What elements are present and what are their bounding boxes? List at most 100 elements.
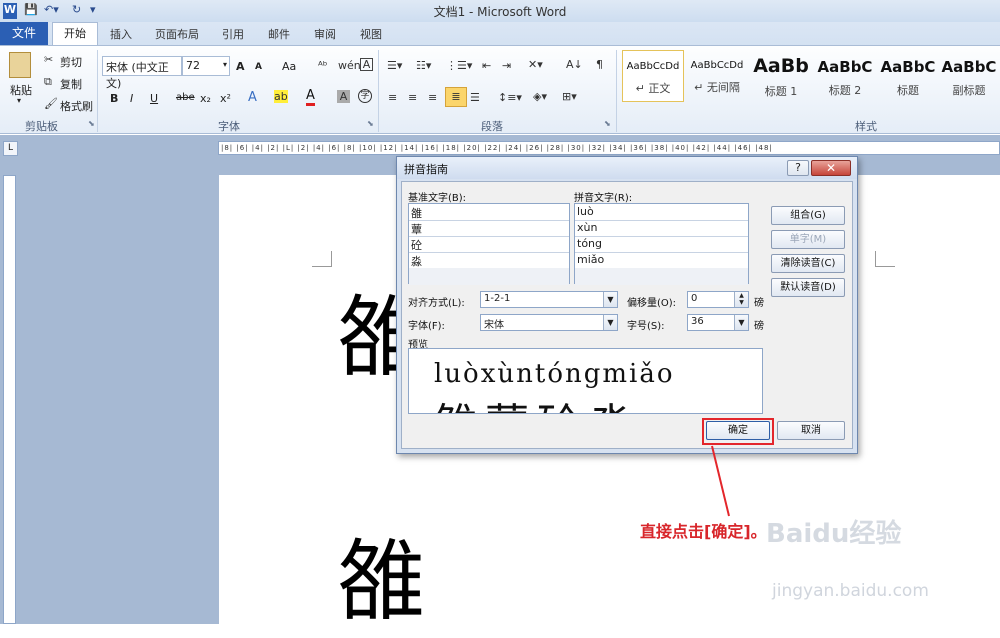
mono-ruby-button[interactable]: 单字(M) xyxy=(771,230,845,249)
tab-page-layout[interactable]: 页面布局 xyxy=(155,26,199,42)
clear-ruby-button[interactable]: 清除读音(C) xyxy=(771,254,845,273)
line-spacing-icon[interactable]: ↕≡▾ xyxy=(498,91,522,104)
cut-icon[interactable]: ✂ xyxy=(44,53,53,66)
highlight-icon[interactable]: ab xyxy=(274,90,288,103)
chevron-down-icon[interactable]: ▼ xyxy=(734,315,748,330)
tab-insert[interactable]: 插入 xyxy=(110,26,132,42)
subscript-button[interactable]: x₂ xyxy=(200,92,211,105)
decrease-indent-icon[interactable]: ⇤ xyxy=(482,59,491,72)
align-left-icon[interactable]: ≡ xyxy=(388,91,397,104)
spin-arrows-icon[interactable]: ▲ ▼ xyxy=(734,292,748,307)
grow-font-button[interactable]: A xyxy=(236,60,245,73)
paste-dropdown-icon[interactable]: ▾ xyxy=(17,96,21,105)
distributed-icon[interactable]: ☰ xyxy=(470,91,480,104)
phonetic-guide-icon[interactable]: wén xyxy=(338,59,361,72)
style-heading-2[interactable]: AaBbC 标题 2 xyxy=(814,50,876,102)
change-case-button[interactable]: Aa xyxy=(282,60,296,73)
cut-button[interactable]: 剪切 xyxy=(60,54,82,70)
font-select[interactable]: 宋体 ▼ xyxy=(480,314,618,331)
base-text-field[interactable]: 雒 xyxy=(409,204,569,221)
default-ruby-button[interactable]: 默认读音(D) xyxy=(771,278,845,297)
chevron-down-icon[interactable]: ▾ xyxy=(223,60,227,69)
font-size-field[interactable]: 72 ▾ xyxy=(182,56,230,76)
close-button[interactable]: ✕ xyxy=(811,160,851,176)
format-painter-button[interactable]: 格式刷 xyxy=(60,98,93,114)
base-text-header: 基准文字(B): xyxy=(408,193,467,204)
strikethrough-button[interactable]: abe xyxy=(176,92,195,103)
underline-button[interactable]: U xyxy=(150,92,158,105)
base-text-field[interactable]: 淼 xyxy=(409,252,569,269)
style-subtitle[interactable]: AaBbC 副标题 xyxy=(938,50,1000,102)
paragraph-launcher-icon[interactable]: ⬊ xyxy=(604,119,611,128)
alignment-select[interactable]: 1-2-1 ▼ xyxy=(480,291,618,308)
style-sample: AaBb xyxy=(753,55,809,77)
char-shading-icon[interactable]: A xyxy=(337,90,350,103)
italic-button[interactable]: I xyxy=(130,92,133,105)
tab-mailings[interactable]: 邮件 xyxy=(268,26,290,42)
tab-review[interactable]: 审阅 xyxy=(314,26,336,42)
base-text-field[interactable] xyxy=(409,268,569,285)
copy-icon[interactable]: ⧉ xyxy=(44,75,52,89)
clear-format-icon[interactable]: ᴬᵇ xyxy=(318,59,327,72)
ruby-text-field[interactable]: miǎo xyxy=(575,252,748,269)
style-normal[interactable]: AaBbCcDd ↵ 正文 xyxy=(622,50,684,102)
preview-base: 雒蕈砼淼 xyxy=(433,389,641,413)
shrink-font-button[interactable]: A xyxy=(255,62,262,72)
base-text-field[interactable]: 砼 xyxy=(409,236,569,253)
align-right-icon[interactable]: ≡ xyxy=(428,91,437,104)
ruby-text-field[interactable] xyxy=(575,268,748,285)
window-title: 文档1 - Microsoft Word xyxy=(433,5,567,19)
bold-button[interactable]: B xyxy=(110,92,118,105)
superscript-button[interactable]: x² xyxy=(220,92,231,105)
enclose-char-icon[interactable]: 字 xyxy=(358,89,372,103)
offset-spinner[interactable]: 0 ▲ ▼ xyxy=(687,291,749,308)
size-select[interactable]: 36 ▼ xyxy=(687,314,749,331)
tab-references[interactable]: 引用 xyxy=(222,26,244,42)
annotation-text: 直接点击[确定]。 xyxy=(640,522,767,541)
multilevel-list-icon[interactable]: ⋮☰▾ xyxy=(446,59,472,72)
font-name-field[interactable]: 宋体 (中文正文) xyxy=(102,56,182,90)
horizontal-ruler[interactable]: |8| |6| |4| |2| |L| |2| |4| |6| |8| |10|… xyxy=(218,141,1000,155)
tab-file[interactable]: 文件 xyxy=(0,22,48,45)
group-separator xyxy=(616,50,617,132)
style-no-spacing[interactable]: AaBbCcDd ↵ 无间隔 xyxy=(686,50,748,102)
ruby-text-field[interactable]: xùn xyxy=(575,220,748,237)
help-button[interactable]: ? xyxy=(787,160,809,176)
cancel-button[interactable]: 取消 xyxy=(777,421,845,440)
chevron-down-icon[interactable]: ▼ xyxy=(603,292,617,307)
text-effects-icon[interactable]: A xyxy=(248,90,257,105)
vertical-ruler[interactable] xyxy=(3,175,16,624)
style-title[interactable]: AaBbC 标题 xyxy=(877,50,939,102)
ruby-text-list: luò xùn tóng miǎo xyxy=(574,203,749,285)
copy-button[interactable]: 复制 xyxy=(60,76,82,92)
chinese-layout-icon[interactable]: ✕▾ xyxy=(528,58,543,71)
clipboard-launcher-icon[interactable]: ⬊ xyxy=(88,119,95,128)
char-border-icon[interactable]: A xyxy=(360,58,373,71)
base-text-field[interactable]: 蕈 xyxy=(409,220,569,237)
tab-view[interactable]: 视图 xyxy=(360,26,382,42)
tab-home[interactable]: 开始 xyxy=(52,22,98,46)
format-painter-icon[interactable]: 🖌 xyxy=(44,97,58,110)
shading-icon[interactable]: ◈▾ xyxy=(533,90,547,103)
chevron-down-icon[interactable]: ▼ xyxy=(603,315,617,330)
tab-selector-button[interactable]: L xyxy=(3,141,18,156)
borders-icon[interactable]: ⊞▾ xyxy=(562,90,577,103)
dialog-body: 基准文字(B): 拼音文字(R): 雒 蕈 砼 淼 luò xùn tóng m… xyxy=(401,181,853,449)
ruby-text-header: 拼音文字(R): xyxy=(574,193,633,204)
font-launcher-icon[interactable]: ⬊ xyxy=(367,119,374,128)
ruby-text-field[interactable]: luò xyxy=(575,204,748,221)
group-separator xyxy=(97,50,98,132)
style-heading-1[interactable]: AaBb 标题 1 xyxy=(750,50,812,102)
watermark-logo: Baidu经验 xyxy=(766,519,902,549)
numbering-icon[interactable]: ☷▾ xyxy=(416,59,431,72)
ruby-text-field[interactable]: tóng xyxy=(575,236,748,253)
increase-indent-icon[interactable]: ⇥ xyxy=(502,59,511,72)
show-marks-icon[interactable]: ¶ xyxy=(596,58,603,71)
paste-icon[interactable] xyxy=(9,52,31,78)
justify-icon[interactable]: ≣ xyxy=(445,87,467,107)
align-center-icon[interactable]: ≡ xyxy=(408,91,417,104)
bullets-icon[interactable]: ☰▾ xyxy=(387,59,402,72)
sort-icon[interactable]: A↓ xyxy=(566,58,583,71)
group-button[interactable]: 组合(G) xyxy=(771,206,845,225)
font-color-icon[interactable]: A xyxy=(306,88,315,106)
